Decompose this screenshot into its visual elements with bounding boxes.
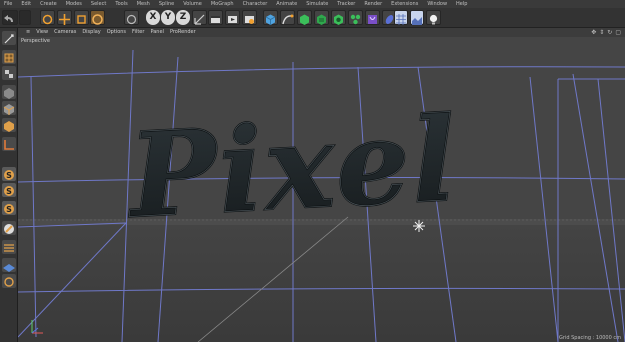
recent-tools-button[interactable] xyxy=(124,10,139,25)
locked-workplane-icon[interactable] xyxy=(2,221,16,235)
environment-icon[interactable] xyxy=(410,10,424,25)
redo-button[interactable] xyxy=(19,10,31,25)
menu-item-help[interactable]: Help xyxy=(456,0,467,8)
menu-item-file[interactable]: File xyxy=(4,0,12,8)
viewport-menu-prorender[interactable]: ProRender xyxy=(170,28,196,37)
menu-item-tracker[interactable]: Tracker xyxy=(337,0,355,8)
render-view-icon[interactable] xyxy=(208,10,223,25)
y-axis-toggle[interactable]: Y xyxy=(161,10,175,25)
viewport-scene: Pixel Pixel xyxy=(18,37,625,342)
hero-text-highlight: Pixel xyxy=(123,91,461,244)
viewport-menu-view[interactable]: View xyxy=(36,28,48,37)
make-editable-icon[interactable] xyxy=(2,31,16,45)
move-button[interactable] xyxy=(57,10,72,25)
main-menu-bar: File Edit Create Modes Select Tools Mesh Spline… xyxy=(0,0,625,8)
menu-item-window[interactable]: Window xyxy=(427,0,447,8)
viewport-menu-filter[interactable]: Filter xyxy=(132,28,144,37)
x-axis-toggle[interactable]: X xyxy=(146,10,160,25)
cloner-icon[interactable] xyxy=(348,10,363,25)
viewport-menu-display[interactable]: Display xyxy=(82,28,100,37)
workplane-snap-icon[interactable]: S xyxy=(2,183,16,197)
extrude-generator-icon[interactable] xyxy=(314,10,329,25)
scale-button[interactable] xyxy=(74,10,89,25)
viewport-menu-bar: ≡ View Cameras Display Options Filter Pa… xyxy=(18,28,625,37)
grid-spacing-readout: Grid Spacing : 10000 cm xyxy=(559,335,621,341)
viewport-menu-icon[interactable]: ≡ xyxy=(26,28,30,37)
array-generator-icon[interactable] xyxy=(331,10,346,25)
render-settings-icon[interactable] xyxy=(242,10,257,25)
menu-item-extensions[interactable]: Extensions xyxy=(391,0,418,8)
svg-text:S: S xyxy=(6,171,12,180)
menu-item-simulate[interactable]: Simulate xyxy=(306,0,328,8)
menu-item-modes[interactable]: Modes xyxy=(66,0,82,8)
deformer-icon[interactable] xyxy=(365,10,380,25)
svg-text:S: S xyxy=(6,205,12,214)
left-mode-palette: S S S xyxy=(0,28,18,342)
menu-item-mesh[interactable]: Mesh xyxy=(137,0,150,8)
model-mode-icon[interactable] xyxy=(2,50,16,64)
cube-object-icon[interactable] xyxy=(263,10,278,25)
perspective-viewport[interactable]: Pixel Pixel Perspective Grid Spacing : 1… xyxy=(18,37,625,342)
workplane-icon[interactable] xyxy=(2,240,16,254)
z-axis-toggle[interactable]: Z xyxy=(176,10,190,25)
solo-mode-icon[interactable] xyxy=(2,274,16,288)
menu-item-select[interactable]: Select xyxy=(91,0,106,8)
rotate-view-icon[interactable]: ↻ xyxy=(607,28,612,37)
grid-plane-icon[interactable] xyxy=(2,258,16,272)
camera-label: Perspective xyxy=(21,38,50,44)
zoom-view-icon[interactable]: ⇕ xyxy=(599,28,604,37)
texture-mode-icon[interactable] xyxy=(2,66,16,80)
light-icon[interactable] xyxy=(426,10,441,25)
viewport-menu-panel[interactable]: Panel xyxy=(150,28,164,37)
live-selection-button[interactable] xyxy=(40,10,55,25)
menu-item-mograph[interactable]: MoGraph xyxy=(211,0,234,8)
menu-item-character[interactable]: Character xyxy=(243,0,268,8)
axis-mode-icon[interactable] xyxy=(2,137,16,151)
menu-item-create[interactable]: Create xyxy=(40,0,57,8)
coordinate-system-button[interactable] xyxy=(192,10,207,25)
pen-spline-icon[interactable] xyxy=(280,10,295,25)
svg-text:S: S xyxy=(6,187,12,196)
quantize-icon[interactable]: S xyxy=(2,201,16,215)
viewport-menu-cameras[interactable]: Cameras xyxy=(54,28,76,37)
menu-item-edit[interactable]: Edit xyxy=(21,0,31,8)
menu-item-volume[interactable]: Volume xyxy=(183,0,202,8)
menu-item-spline[interactable]: Spline xyxy=(159,0,174,8)
viewport-menu-options[interactable]: Options xyxy=(107,28,126,37)
menu-item-animate[interactable]: Animate xyxy=(276,0,297,8)
floor-object-icon[interactable] xyxy=(394,10,408,25)
render-to-picture-viewer-icon[interactable] xyxy=(225,10,240,25)
menu-item-render[interactable]: Render xyxy=(364,0,382,8)
snapping-icon[interactable]: S xyxy=(2,167,16,181)
move-view-icon[interactable]: ✥ xyxy=(591,28,596,37)
main-toolbar: X Y Z xyxy=(0,8,625,28)
rotate-button[interactable] xyxy=(90,10,105,25)
subdivision-surface-icon[interactable] xyxy=(297,10,312,25)
toggle-views-icon[interactable]: ▢ xyxy=(615,28,621,37)
undo-button[interactable] xyxy=(2,10,18,25)
edges-mode-icon[interactable] xyxy=(2,101,16,115)
menu-item-tools[interactable]: Tools xyxy=(115,0,127,8)
polygons-mode-icon[interactable] xyxy=(2,118,16,132)
points-mode-icon[interactable] xyxy=(2,85,16,99)
